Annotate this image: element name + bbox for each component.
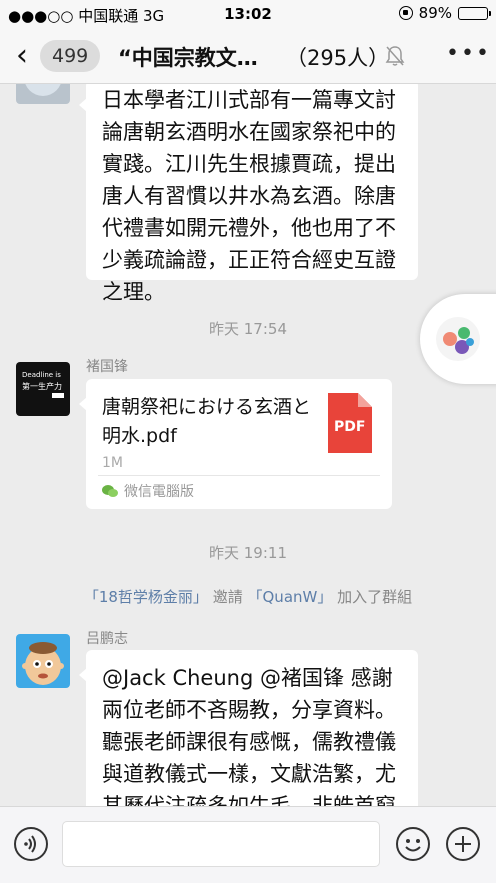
rotation-lock-icon bbox=[398, 6, 413, 20]
file-source-label: 微信電腦版 bbox=[124, 484, 194, 500]
chat-title: “中国宗教文… bbox=[118, 46, 258, 70]
voice-wave-icon bbox=[24, 835, 36, 853]
unread-count-badge[interactable]: 499 bbox=[40, 40, 101, 72]
message-bubble[interactable]: 日本學者江川式部有一篇專文討論唐朝玄酒明水在國家祭祀中的實踐。江川先生根據賈疏，… bbox=[79, 84, 418, 304]
avatar-text: 第一生产力 bbox=[22, 382, 62, 391]
system-text: 邀請 bbox=[212, 588, 243, 606]
file-name: 唐朝祭祀における玄酒と明水.pdf bbox=[102, 396, 312, 447]
avatar-text: Deadline is bbox=[22, 371, 61, 379]
wechat-icon bbox=[102, 484, 118, 497]
status-bar: ●●●○○ 中国联通 3G 13:02 89% bbox=[0, 0, 496, 28]
avatar[interactable] bbox=[16, 84, 70, 104]
message-text: 日本學者江川式部有一篇專文討論唐朝玄酒明水在國家祭祀中的實踐。江川先生根據賈疏，… bbox=[102, 88, 396, 304]
floating-app-icon bbox=[436, 317, 480, 361]
message-input[interactable] bbox=[62, 821, 380, 867]
emoji-button[interactable] bbox=[396, 827, 430, 861]
back-chevron-icon[interactable]: ‹ bbox=[16, 41, 28, 71]
battery-icon bbox=[458, 6, 491, 20]
avatar[interactable]: Deadline is 第一生产力 bbox=[16, 362, 70, 416]
message-text: @Jack Cheung @褚国锋 感謝兩位老師不吝賜教，分享資料。聽張老師課很… bbox=[102, 666, 396, 806]
status-right: 89% bbox=[398, 4, 491, 22]
sender-name: 吕鹏志 bbox=[86, 631, 128, 647]
file-source: 微信電腦版 bbox=[102, 481, 194, 501]
member-count: （295人） bbox=[286, 46, 390, 70]
floating-window-widget[interactable] bbox=[420, 294, 496, 384]
chat-navbar: ‹ 499 “中国宗教文… （295人） ••• bbox=[0, 28, 496, 84]
battery-percent: 89% bbox=[418, 4, 452, 22]
system-user-link[interactable]: 「18哲学杨金丽」 bbox=[84, 588, 208, 606]
file-message-card[interactable]: 唐朝祭祀における玄酒と明水.pdf 1M PDF 微信電腦版 bbox=[79, 379, 392, 509]
message-bubble[interactable]: @Jack Cheung @褚国锋 感謝兩位老師不吝賜教，分享資料。聽張老師課很… bbox=[79, 650, 418, 806]
mute-bell-icon bbox=[385, 46, 405, 66]
timestamp: 昨天 19:11 bbox=[209, 544, 287, 562]
sender-name: 褚国锋 bbox=[86, 359, 128, 375]
chat-input-bar bbox=[0, 806, 496, 883]
avatar[interactable] bbox=[16, 634, 70, 688]
divider bbox=[98, 475, 380, 476]
file-size: 1M bbox=[102, 455, 123, 471]
chat-history[interactable]: 日本學者江川式部有一篇專文討論唐朝玄酒明水在國家祭祀中的實踐。江川先生根據賈疏，… bbox=[0, 84, 496, 806]
pdf-badge-label: PDF bbox=[334, 419, 366, 435]
more-functions-button[interactable] bbox=[446, 827, 480, 861]
plus-icon bbox=[455, 836, 471, 852]
system-message: 「18哲学杨金丽」 邀請 「QuanW」 加入了群組 bbox=[0, 586, 496, 607]
cartoon-face-avatar bbox=[22, 642, 64, 685]
system-user-link[interactable]: 「QuanW」 bbox=[248, 588, 333, 606]
voice-input-button[interactable] bbox=[14, 827, 48, 861]
more-options-icon[interactable]: ••• bbox=[446, 43, 491, 65]
smiley-icon bbox=[405, 839, 421, 852]
system-text: 加入了群組 bbox=[337, 588, 413, 606]
